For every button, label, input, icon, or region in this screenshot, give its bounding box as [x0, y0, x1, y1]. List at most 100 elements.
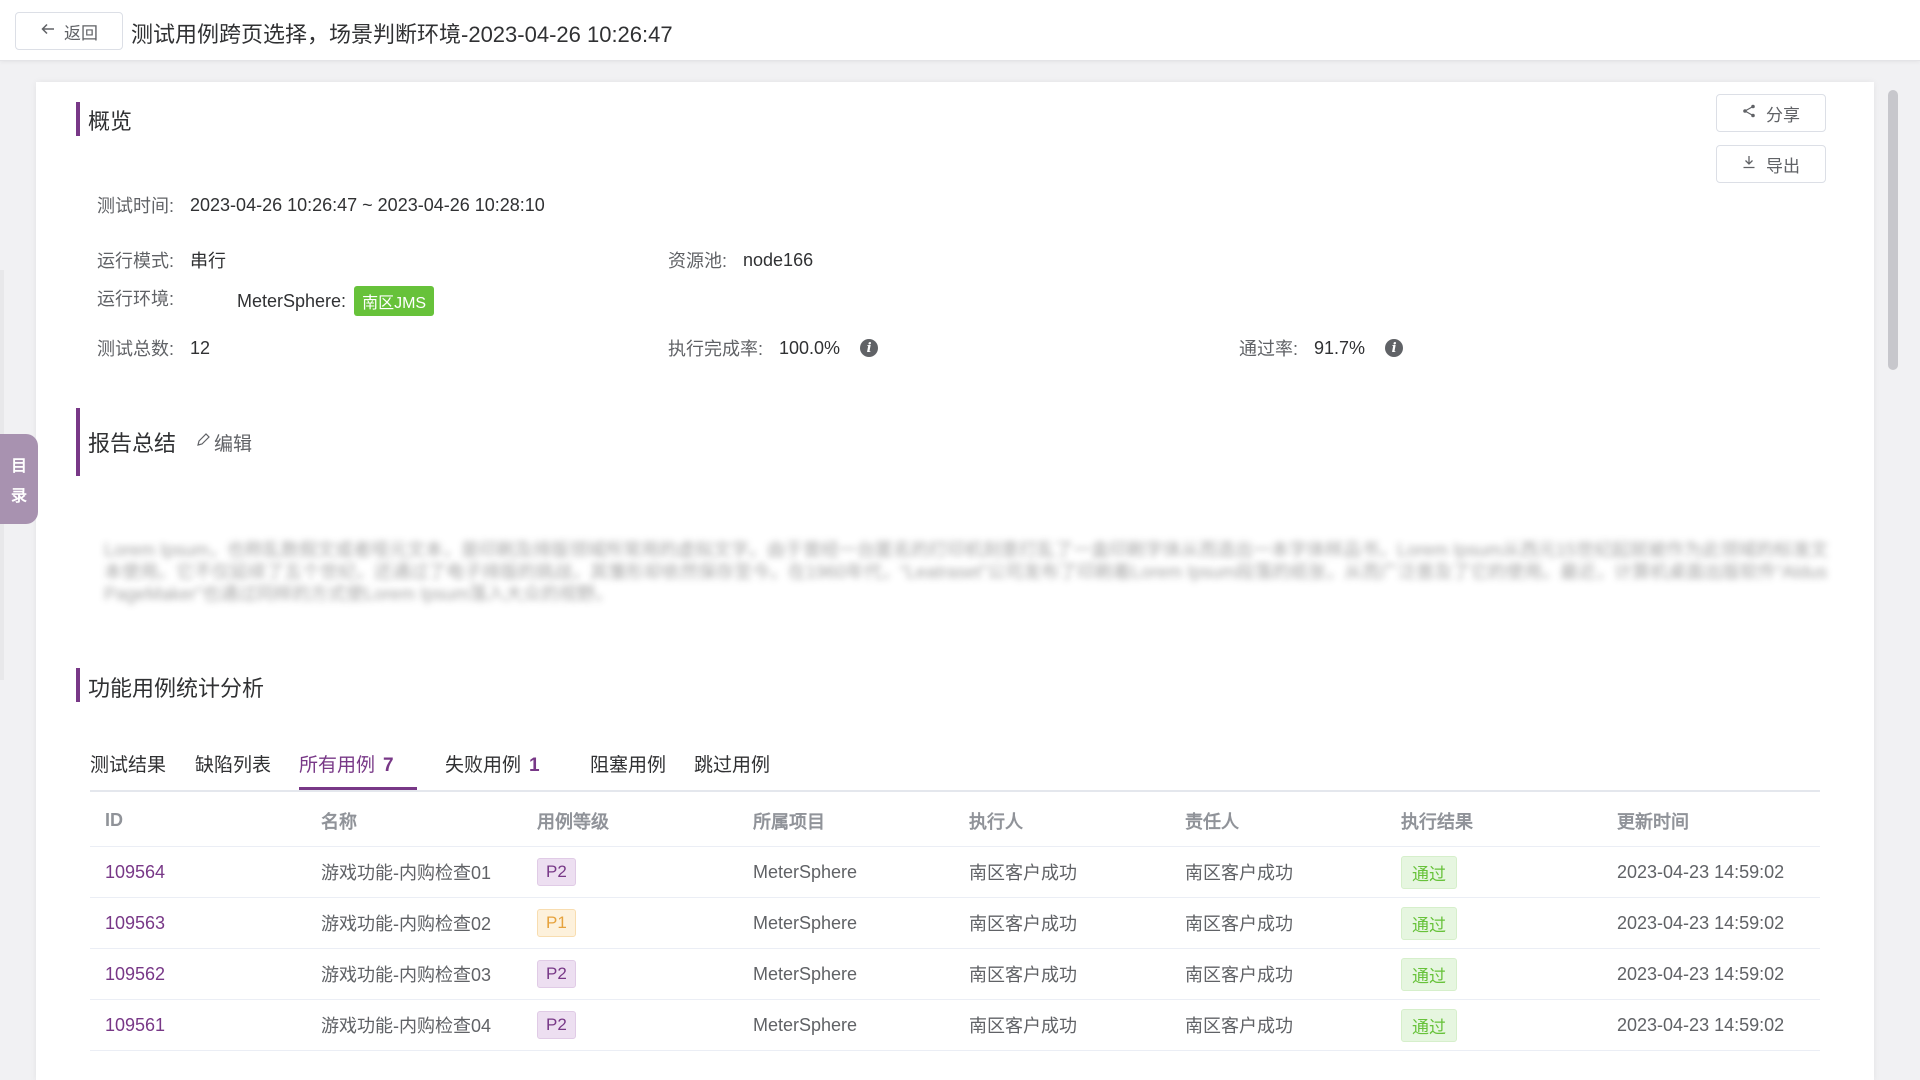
case-name: 游戏功能-内购检查02 [321, 914, 492, 934]
pass-rate-label: 通过率: [1239, 339, 1299, 359]
case-name: 游戏功能-内购检查04 [321, 1016, 492, 1036]
back-button[interactable]: 返回 [15, 12, 123, 50]
report-card: 概览 分享 导出 测试时间: 2023-04-26 10:26:47 ~ 202… [36, 82, 1874, 1080]
column-header[interactable]: 用例等级 [522, 808, 738, 834]
table-row[interactable]: 109561 游戏功能-内购检查04 P2 MeterSphere 南区客户成功… [90, 1000, 1820, 1051]
tab-skipped-cases[interactable]: 跳过用例 [694, 750, 770, 790]
case-project: MeterSphere [753, 963, 858, 984]
case-project: MeterSphere [753, 1014, 858, 1035]
env-project-name: MeterSphere: [237, 290, 347, 311]
case-result-cell: 通过 [1386, 1008, 1602, 1042]
column-header[interactable]: 更新时间 [1602, 808, 1820, 834]
exec-rate-label: 执行完成率: [668, 339, 764, 359]
case-level-cell: P2 [522, 960, 738, 988]
edit-summary-button[interactable]: 编辑 [196, 429, 252, 456]
analysis-title: 功能用例统计分析 [88, 676, 265, 701]
page-title: 测试用例跨页选择，场景判断环境-2023-04-26 10:26:47 [131, 22, 673, 47]
resource-pool-label: 资源池: [668, 251, 728, 271]
test-time-field: 测试时间: 2023-04-26 10:26:47 ~ 2023-04-26 1… [97, 192, 545, 218]
run-mode-label: 运行模式: [97, 251, 175, 271]
case-name: 游戏功能-内购检查03 [321, 965, 492, 985]
case-maintainer: 南区客户成功 [1185, 863, 1293, 883]
column-header[interactable]: 执行结果 [1386, 808, 1602, 834]
overview-title: 概览 [88, 109, 133, 134]
env-tag: 南区JMS [354, 286, 435, 316]
case-updated: 2023-04-23 14:59:02 [1617, 912, 1785, 933]
export-button-label: 导出 [1766, 156, 1800, 176]
case-id-link[interactable]: 109563 [90, 913, 306, 934]
level-badge: P2 [537, 960, 576, 988]
exec-rate-value: 100.0% [779, 337, 841, 358]
column-header[interactable]: 所属项目 [738, 808, 954, 834]
toc-toggle-tab[interactable]: 目 录 [0, 434, 38, 524]
edit-icon [196, 431, 210, 453]
case-updated: 2023-04-23 14:59:02 [1617, 1014, 1785, 1035]
table-row[interactable]: 109564 游戏功能-内购检查01 P2 MeterSphere 南区客户成功… [90, 847, 1820, 898]
case-id-link[interactable]: 109561 [90, 1015, 306, 1036]
overview-section-bar [76, 102, 80, 136]
tab-label: 测试结果 [90, 755, 167, 776]
top-header: 返回 测试用例跨页选择，场景判断环境-2023-04-26 10:26:47 [0, 0, 1920, 61]
tab-test-results[interactable]: 测试结果 [90, 750, 166, 790]
case-level-cell: P2 [522, 1011, 738, 1039]
run-env-label: 运行环境: [97, 289, 175, 309]
case-id-link[interactable]: 109562 [90, 964, 306, 985]
table-header: ID 名称 用例等级 所属项目 执行人 责任人 执行结果 更新时间 [90, 795, 1820, 847]
case-maintainer: 南区客户成功 [1185, 965, 1293, 985]
toc-char-1: 目 [10, 458, 27, 475]
pass-rate-field: 通过率: 91.7% i [1239, 335, 1404, 361]
case-updated: 2023-04-23 14:59:02 [1617, 963, 1785, 984]
case-executor: 南区客户成功 [969, 914, 1077, 934]
table-row[interactable]: 109562 游戏功能-内购检查03 P2 MeterSphere 南区客户成功… [90, 949, 1820, 1000]
column-header[interactable]: ID [90, 810, 306, 831]
case-maintainer: 南区客户成功 [1185, 1016, 1293, 1036]
info-icon[interactable]: i [860, 339, 879, 357]
tab-defect-list[interactable]: 缺陷列表 [195, 750, 271, 790]
summary-title-row: 报告总结 编辑 [88, 426, 252, 458]
resource-pool-value: node166 [743, 249, 814, 270]
tab-all-cases[interactable]: 所有用例 7 [299, 750, 417, 790]
test-time-label: 测试时间: [97, 196, 175, 216]
tab-label: 所有用例 [299, 755, 376, 776]
scrollbar-thumb[interactable] [1888, 90, 1898, 370]
tab-label: 阻塞用例 [590, 755, 667, 776]
level-badge: P1 [537, 909, 576, 937]
case-executor: 南区客户成功 [969, 1016, 1077, 1036]
level-badge: P2 [537, 1011, 576, 1039]
result-badge: 通过 [1401, 906, 1457, 940]
run-mode-value: 串行 [190, 251, 227, 271]
case-id-link[interactable]: 109564 [90, 862, 306, 883]
total-field: 测试总数: 12 [97, 335, 210, 361]
pass-rate-value: 91.7% [1314, 337, 1366, 358]
case-result-cell: 通过 [1386, 957, 1602, 991]
column-header[interactable]: 执行人 [954, 808, 1170, 834]
case-result-cell: 通过 [1386, 906, 1602, 940]
info-icon[interactable]: i [1385, 339, 1404, 357]
download-icon [1742, 154, 1756, 174]
result-badge: 通过 [1401, 855, 1457, 889]
page-scrollbar[interactable] [1888, 84, 1898, 1080]
summary-title: 报告总结 [88, 431, 177, 456]
case-updated: 2023-04-23 14:59:02 [1617, 861, 1785, 882]
result-badge: 通过 [1401, 1008, 1457, 1042]
test-time-value: 2023-04-26 10:26:47 ~ 2023-04-26 10:28:1… [190, 194, 545, 215]
back-button-label: 返回 [64, 23, 98, 43]
tab-count: 7 [383, 755, 394, 776]
share-button[interactable]: 分享 [1716, 94, 1826, 132]
table-row[interactable]: 109563 游戏功能-内购检查02 P1 MeterSphere 南区客户成功… [90, 898, 1820, 949]
column-header[interactable]: 责任人 [1170, 808, 1386, 834]
edit-label: 编辑 [214, 433, 253, 455]
column-header[interactable]: 名称 [306, 808, 522, 834]
run-env-label-wrap: 运行环境: [97, 285, 190, 311]
case-executor: 南区客户成功 [969, 863, 1077, 883]
tab-failed-cases[interactable]: 失败用例 1 [445, 750, 540, 790]
toc-char-2: 录 [10, 488, 27, 505]
case-result-cell: 通过 [1386, 855, 1602, 889]
resource-pool-field: 资源池: node166 [668, 247, 813, 273]
total-value: 12 [190, 337, 211, 358]
run-env-value: MeterSphere: 南区JMS [237, 286, 435, 316]
case-name: 游戏功能-内购检查01 [321, 863, 492, 883]
run-mode-field: 运行模式: 串行 [97, 247, 226, 273]
export-button[interactable]: 导出 [1716, 145, 1826, 183]
tab-blocked-cases[interactable]: 阻塞用例 [590, 750, 666, 790]
